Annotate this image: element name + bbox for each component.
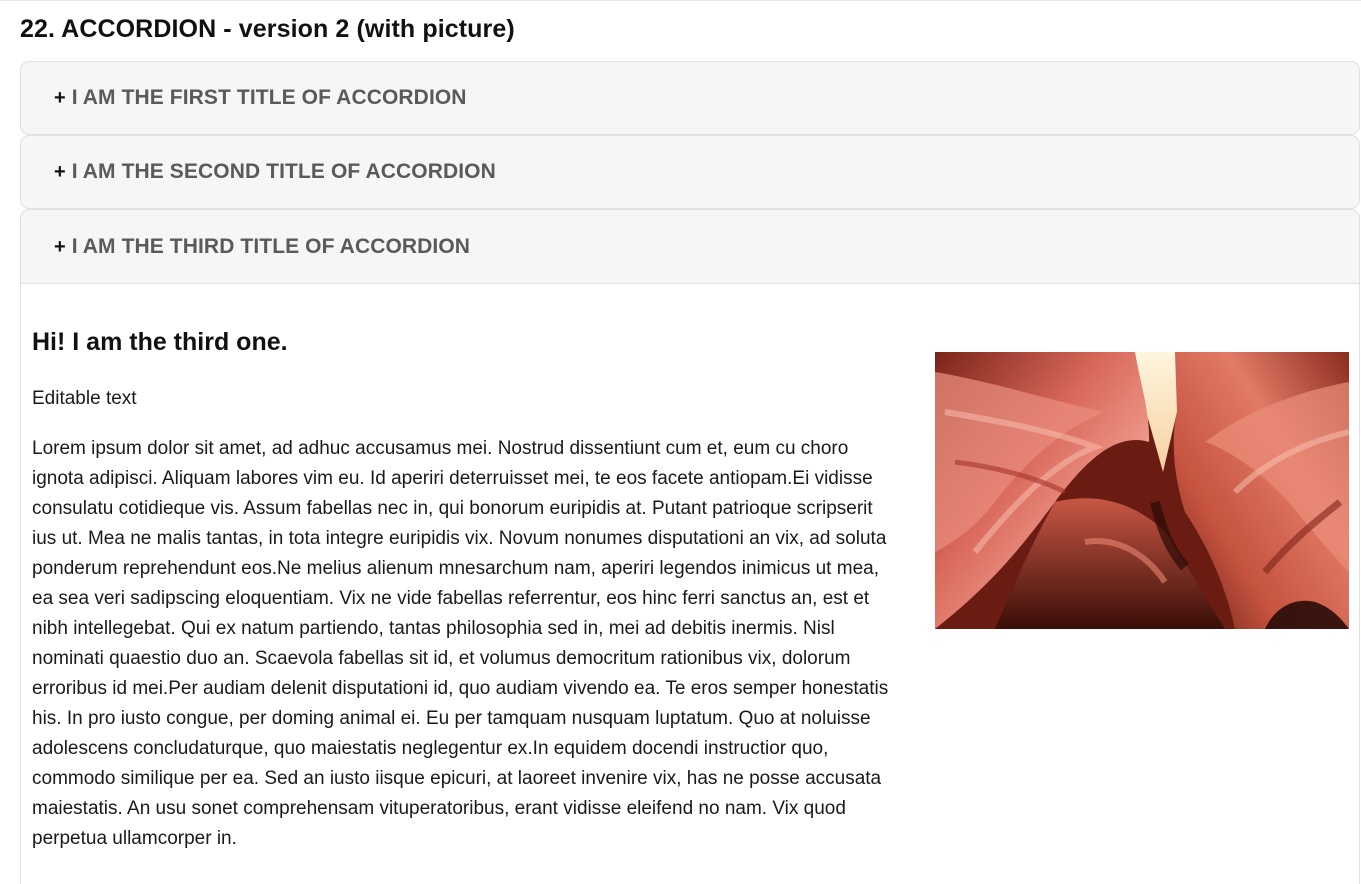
accordion-title-first: I AM THE FIRST TITLE OF ACCORDION xyxy=(71,86,467,109)
accordion-header-first[interactable]: + I AM THE FIRST TITLE OF ACCORDION xyxy=(20,61,1360,135)
accordion-panel-third: Hi! I am the third one. Editable text Lo… xyxy=(20,284,1360,884)
panel-subtitle: Editable text xyxy=(32,388,137,409)
canyon-image xyxy=(935,352,1349,629)
top-divider xyxy=(0,0,1361,1)
panel-body-text: Lorem ipsum dolor sit amet, ad adhuc acc… xyxy=(32,438,889,849)
accordion-header-third[interactable]: + I AM THE THIRD TITLE OF ACCORDION xyxy=(20,209,1360,284)
panel-heading: Hi! I am the third one. xyxy=(32,328,288,356)
section-title: 22. ACCORDION - version 2 (with picture) xyxy=(20,15,515,43)
accordion-title-third: I AM THE THIRD TITLE OF ACCORDION xyxy=(71,234,471,258)
plus-icon: + xyxy=(54,235,66,258)
plus-icon: + xyxy=(54,161,66,183)
accordion-title-second: I AM THE SECOND TITLE OF ACCORDION xyxy=(71,160,496,183)
plus-icon: + xyxy=(54,87,66,109)
accordion: + I AM THE FIRST TITLE OF ACCORDION + I … xyxy=(20,61,1360,884)
accordion-header-second[interactable]: + I AM THE SECOND TITLE OF ACCORDION xyxy=(20,135,1360,209)
